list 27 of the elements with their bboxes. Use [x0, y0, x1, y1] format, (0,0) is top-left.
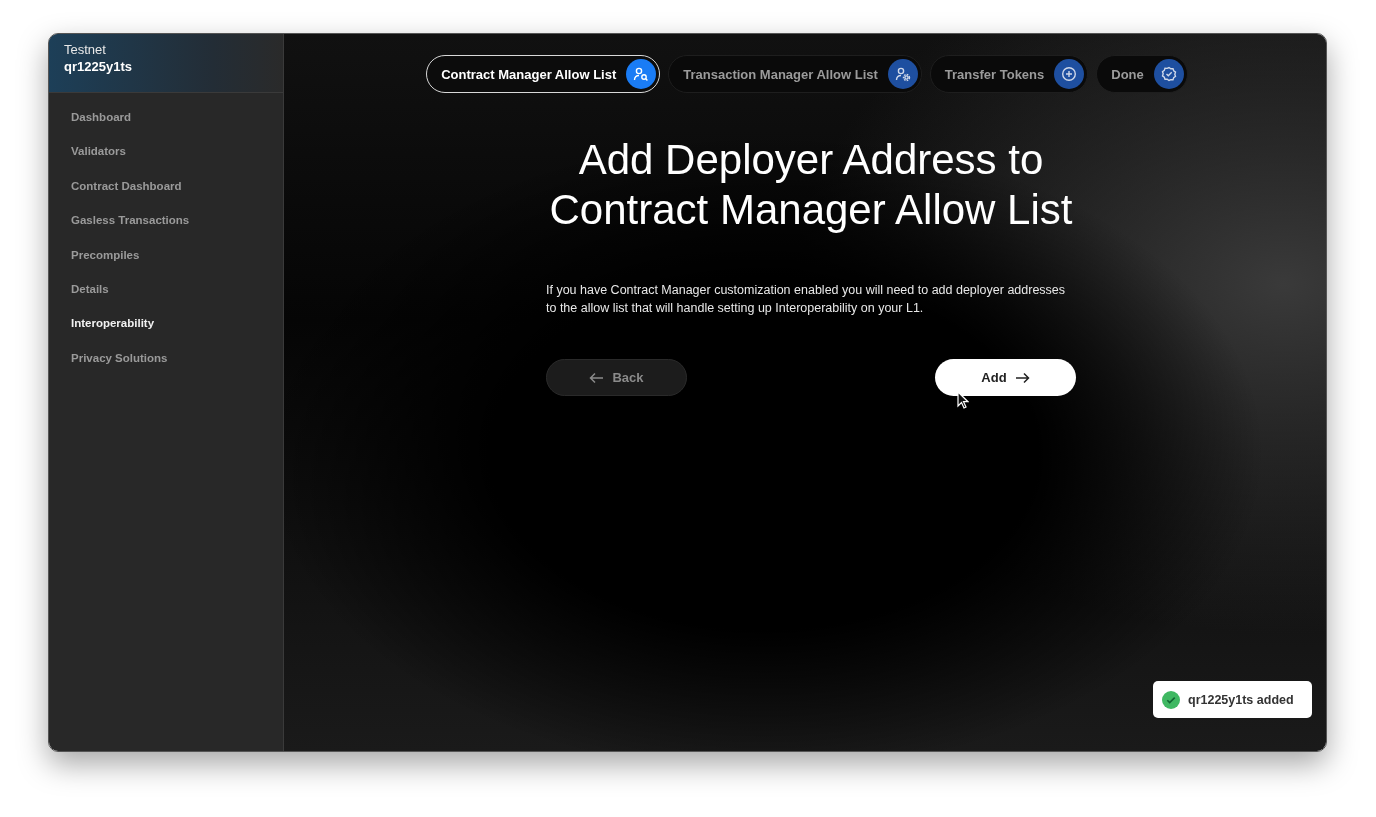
description-text: If you have Contract Manager customization enabled you will need to add deployer addresses to the allow list that will handle setting up Interoperability on your L1. — [546, 282, 1067, 317]
success-check-icon — [1162, 690, 1180, 709]
arrow-left-icon — [589, 371, 605, 384]
back-button[interactable]: Back — [546, 359, 687, 396]
cursor-icon — [957, 391, 969, 409]
user-search-icon — [633, 66, 650, 82]
arrow-right-icon — [1014, 371, 1030, 384]
sidebar-item[interactable]: Interoperability — [71, 315, 261, 350]
sidebar-item[interactable]: Contract Dashboard — [71, 177, 261, 213]
step-tab[interactable]: Transfer Tokens — [929, 55, 1089, 93]
chain-name: qr1225y1ts — [64, 59, 133, 74]
plus-circle-icon — [1061, 66, 1078, 82]
add-button[interactable]: Add — [935, 359, 1076, 396]
sidebar-item[interactable]: Validators — [71, 143, 261, 178]
toast-message: qr1225y1ts added — [1188, 692, 1294, 707]
network-label: Testnet — [64, 42, 107, 57]
sidebar-item[interactable]: Gasless Transactions — [71, 212, 261, 247]
step-tab[interactable]: Transaction Manager Allow List — [668, 55, 922, 93]
sidebar-item[interactable]: Privacy Solutions — [71, 349, 261, 385]
check-badge-icon — [1160, 66, 1177, 82]
sidebar-item[interactable]: Details — [71, 280, 261, 316]
user-gear-icon — [894, 66, 911, 82]
step-tab[interactable]: Contract Manager Allow List — [426, 55, 661, 93]
page-title: Add Deployer Address to Contract Manager Allow List — [548, 135, 1074, 235]
sidebar-item[interactable]: Dashboard — [71, 109, 261, 144]
sidebar-item[interactable]: Precompiles — [71, 246, 261, 281]
step-tab[interactable]: Done — [1096, 55, 1188, 93]
